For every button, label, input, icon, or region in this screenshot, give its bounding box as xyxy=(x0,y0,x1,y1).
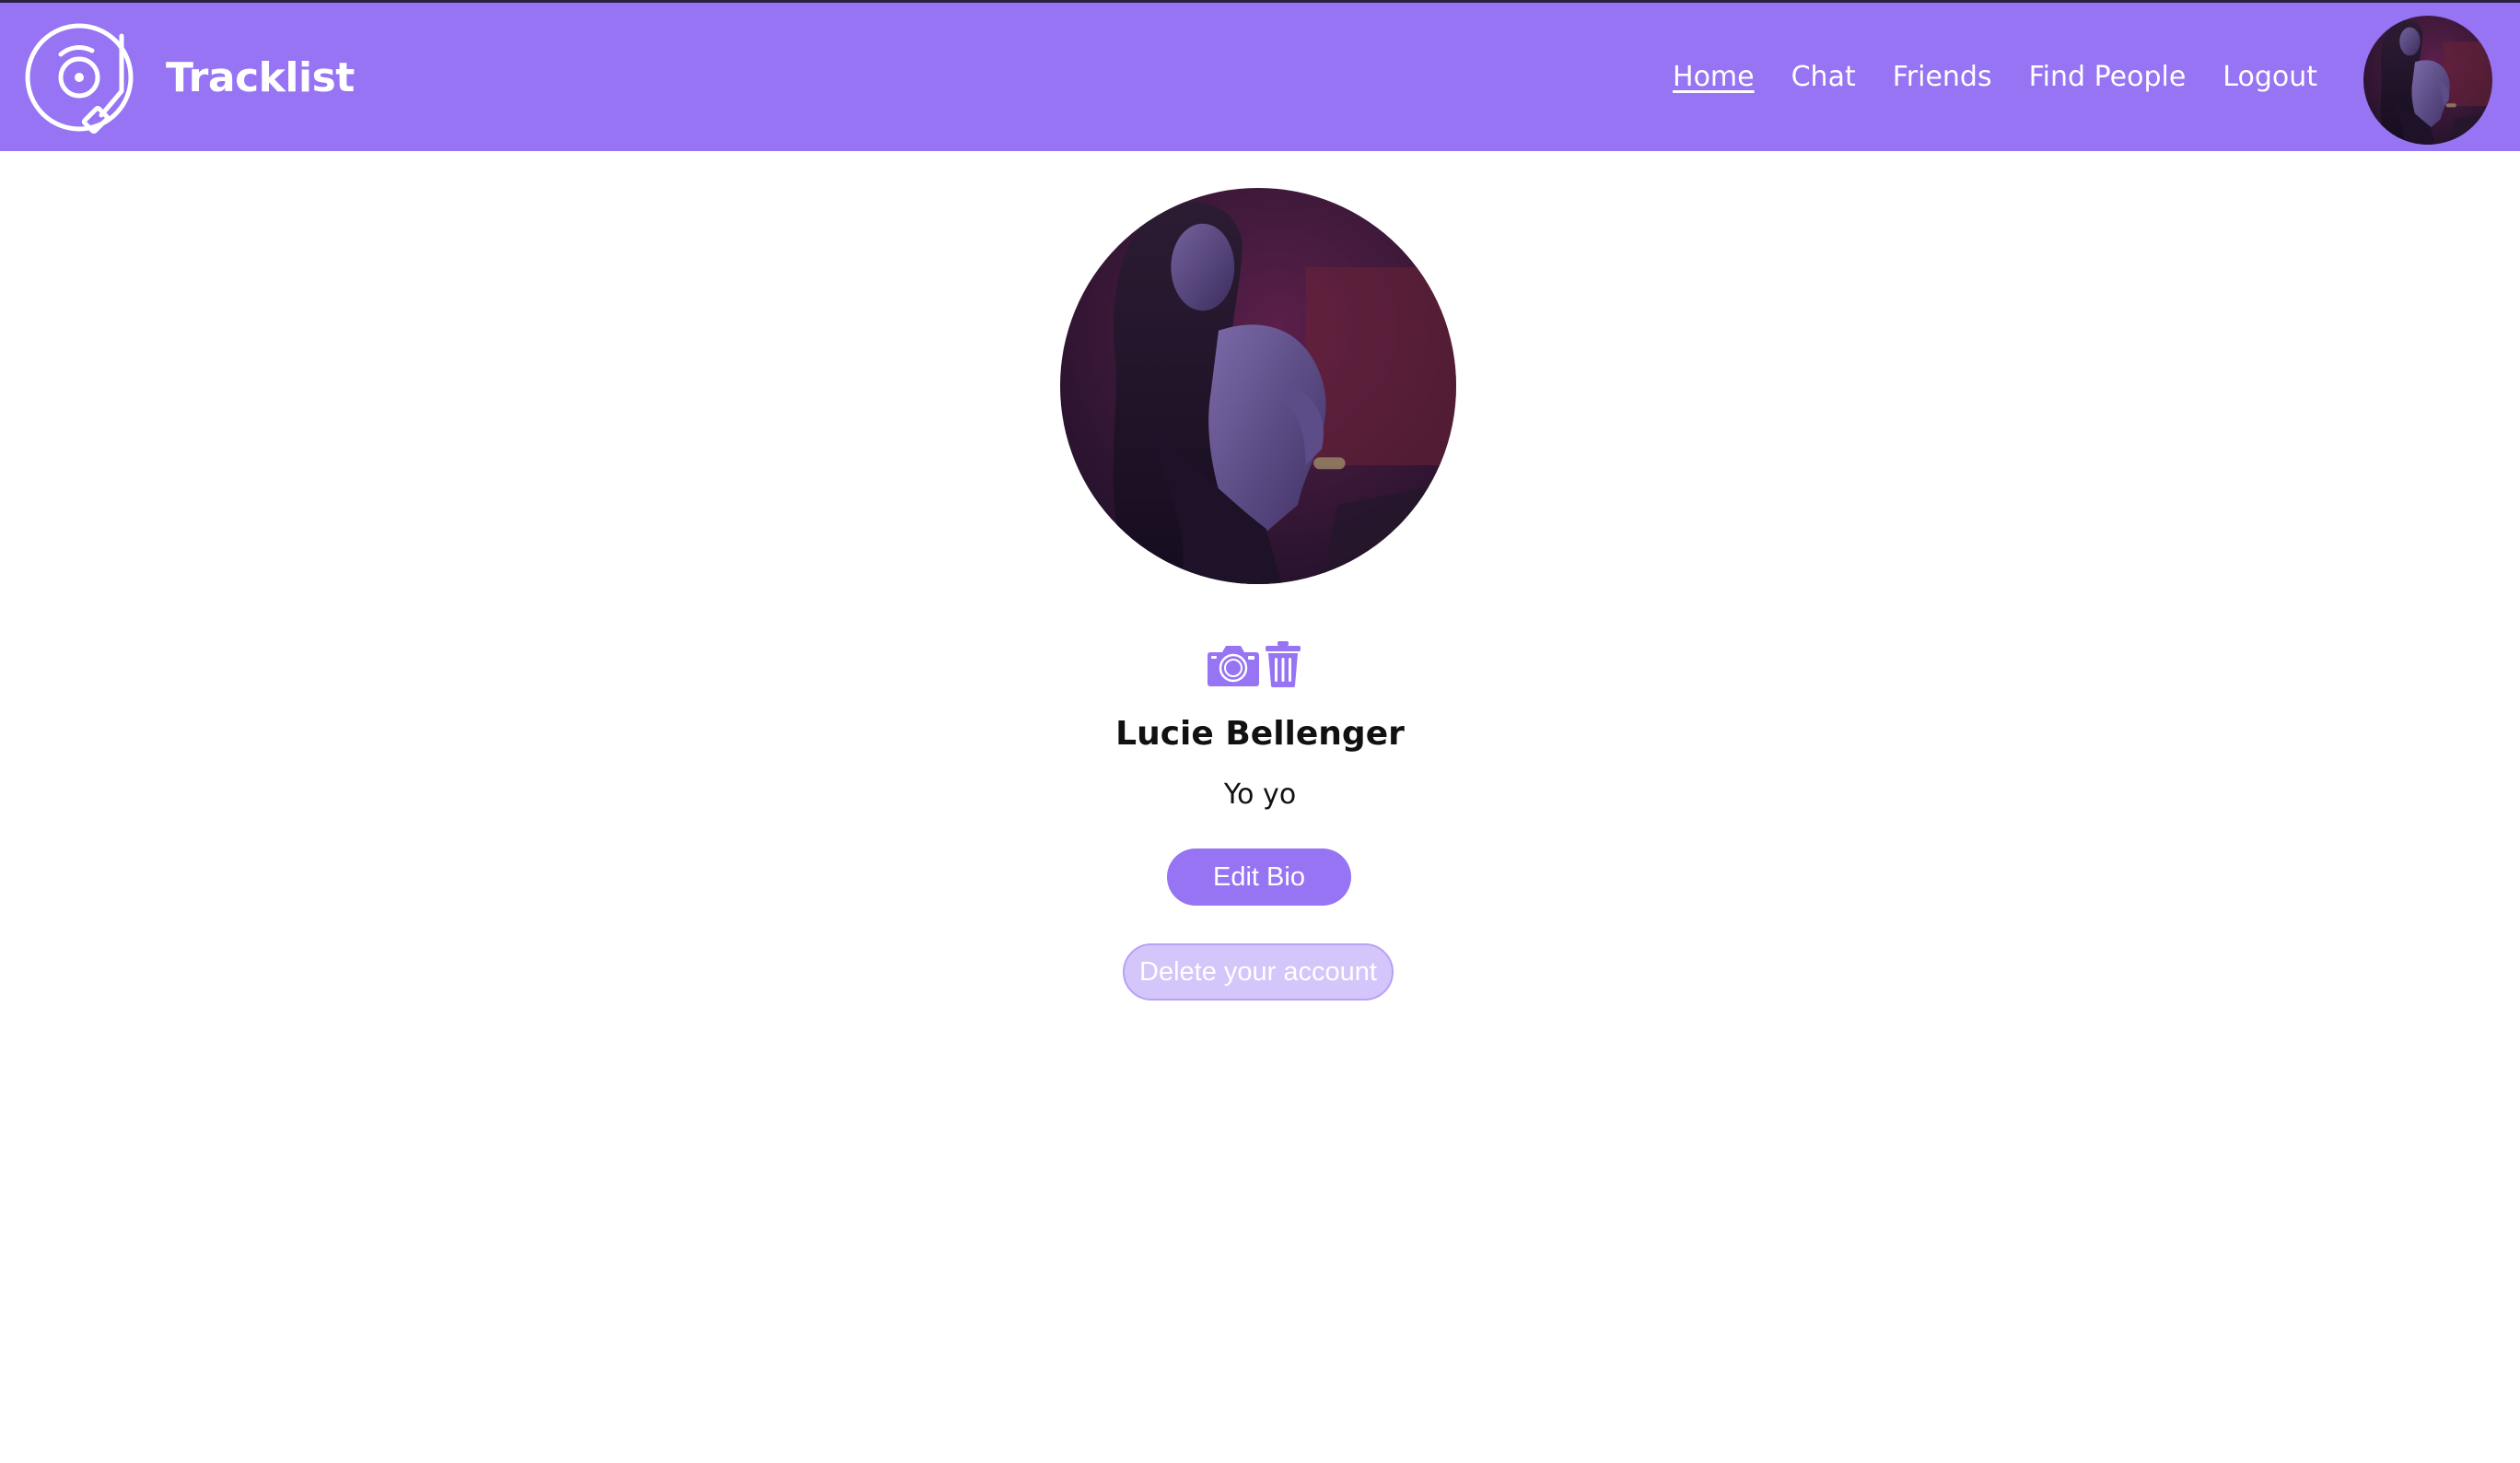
profile-picture xyxy=(1060,188,1456,584)
nav-link-chat[interactable]: Chat xyxy=(1791,61,1856,93)
nav-link-logout[interactable]: Logout xyxy=(2222,61,2317,93)
nav-link-friends[interactable]: Friends xyxy=(1893,61,1992,93)
brand[interactable]: Tracklist xyxy=(24,19,355,135)
main-nav: Home Chat Friends Find People Logout xyxy=(1636,3,2317,151)
profile-bio: Yo yo xyxy=(1223,778,1297,811)
trash-icon[interactable] xyxy=(1264,641,1302,687)
delete-account-button[interactable]: Delete your account xyxy=(1123,943,1394,1001)
turntable-record-icon xyxy=(25,23,134,135)
navbar: Tracklist Home Chat Friends Find People … xyxy=(0,3,2520,151)
app-name: Tracklist xyxy=(166,53,355,101)
camera-icon[interactable] xyxy=(1207,643,1260,687)
nav-link-home[interactable]: Home xyxy=(1673,61,1755,93)
profile-name: Lucie Bellenger xyxy=(1115,715,1405,753)
avatar-photo xyxy=(2363,16,2492,145)
user-avatar[interactable] xyxy=(2363,16,2492,145)
edit-bio-button[interactable]: Edit Bio xyxy=(1167,849,1351,906)
profile-picture-actions xyxy=(1207,641,1302,687)
profile-photo xyxy=(1060,188,1456,584)
nav-link-find-people[interactable]: Find People xyxy=(2029,61,2187,93)
